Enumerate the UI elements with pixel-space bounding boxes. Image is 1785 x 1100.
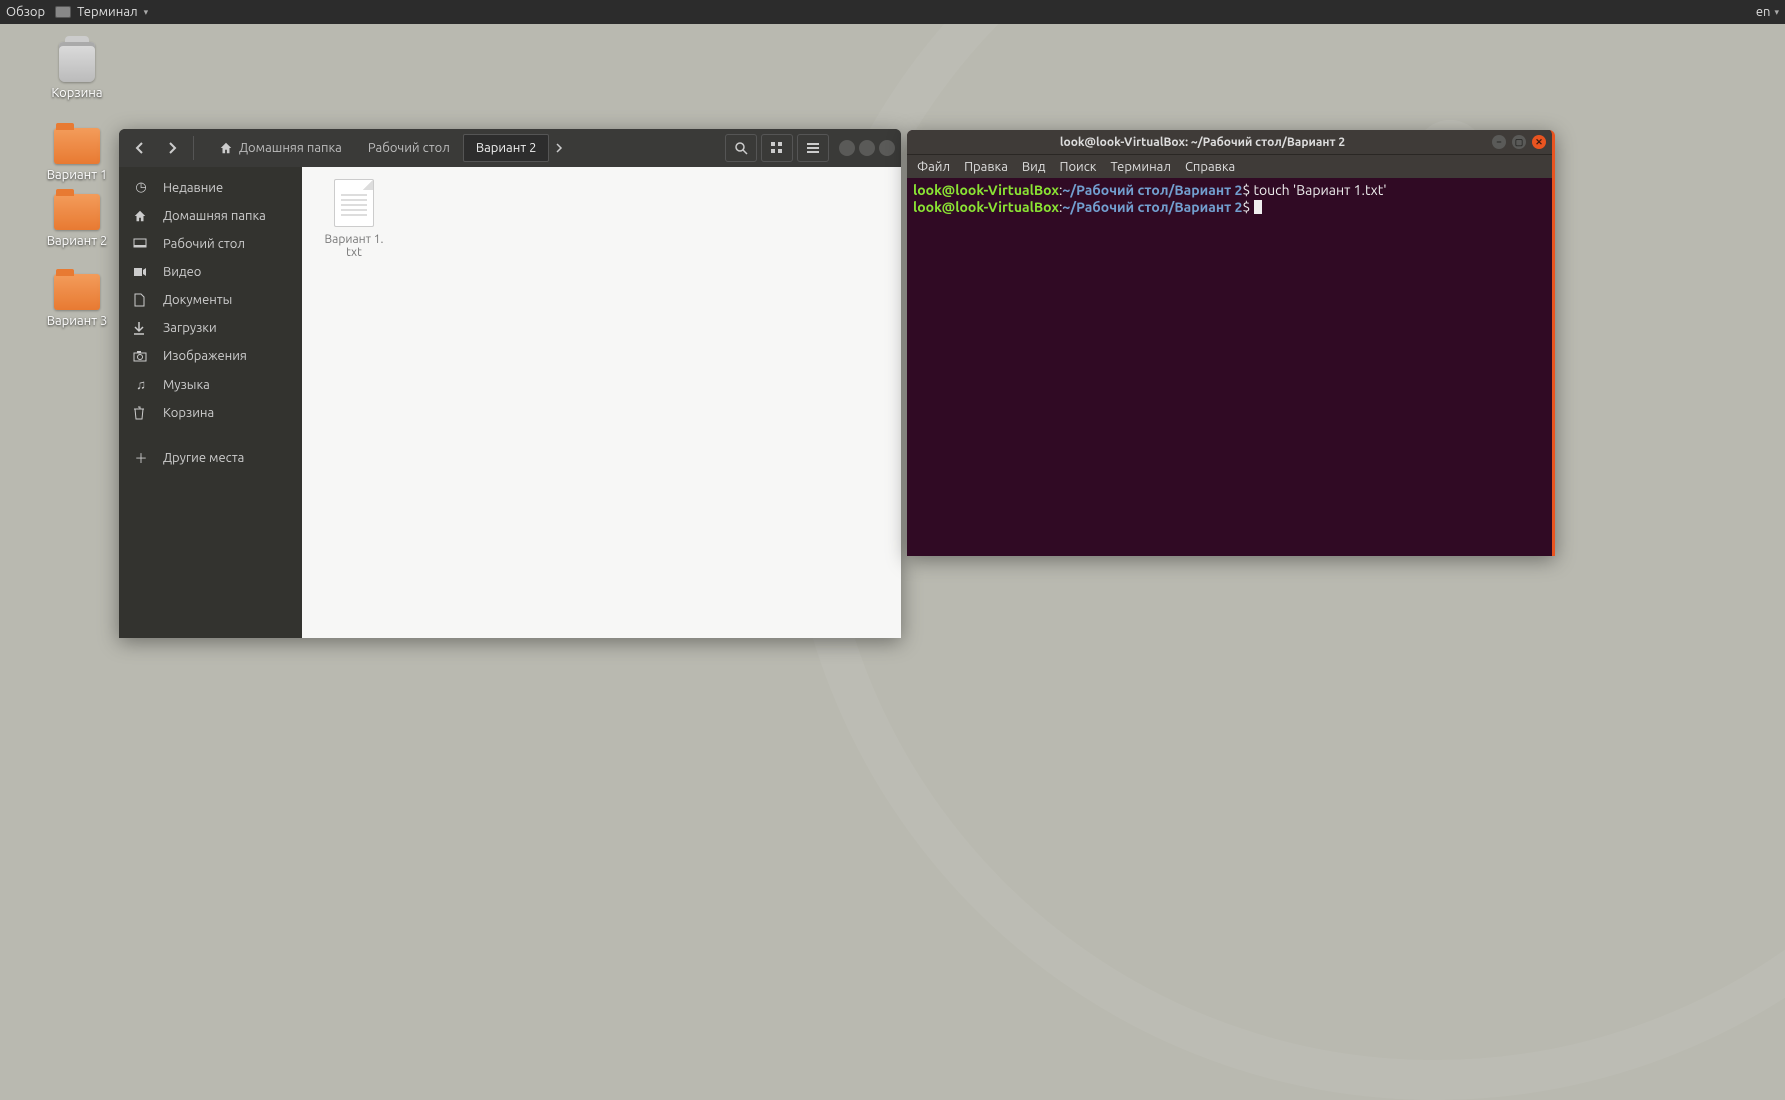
trash-desktop-icon[interactable]: Корзина [32, 42, 122, 100]
active-app-menu[interactable]: Терминал ▾ [55, 5, 148, 19]
hamburger-icon [806, 142, 820, 154]
sidebar-item-label: Документы [163, 293, 232, 307]
sidebar-item-documents[interactable]: Документы [119, 286, 302, 314]
home-icon [219, 141, 233, 155]
terminal-cursor [1254, 200, 1262, 214]
terminal-window: look@look-VirtualBox: ~/Рабочий стол/Вар… [907, 130, 1555, 556]
sidebar-item-videos[interactable]: Видео [119, 258, 302, 286]
file-label-line2: txt [314, 246, 394, 259]
prompt-path: ~/Рабочий стол/Вариант 2 [1062, 199, 1242, 215]
download-icon [133, 321, 149, 335]
activities-button[interactable]: Обзор [6, 5, 45, 19]
sidebar-item-label: Загрузки [163, 321, 217, 335]
trash-icon [59, 42, 95, 82]
trash-label: Корзина [32, 86, 122, 100]
menu-terminal[interactable]: Терминал [1110, 160, 1170, 174]
terminal-menubar: Файл Правка Вид Поиск Терминал Справка [907, 154, 1552, 178]
breadcrumb-next-button[interactable] [549, 133, 569, 163]
menu-file[interactable]: Файл [917, 160, 950, 174]
chevron-down-icon: ▾ [144, 7, 149, 18]
document-icon [133, 293, 149, 307]
sidebar-item-downloads[interactable]: Загрузки [119, 314, 302, 342]
desktop-folder-variant2[interactable]: Вариант 2 [32, 194, 122, 248]
minimize-button[interactable]: – [1492, 135, 1506, 149]
file-manager-window: Домашняя папка Рабочий стол Вариант 2 [119, 129, 901, 638]
sidebar-item-label: Видео [163, 265, 201, 279]
desktop-icon [133, 238, 149, 250]
folder-label: Вариант 3 [32, 314, 122, 328]
desktop-folder-variant1[interactable]: Вариант 1 [32, 128, 122, 182]
chevron-down-icon: ▾ [1774, 7, 1779, 18]
terminal-command: touch 'Вариант 1.txt' [1254, 182, 1387, 198]
search-button[interactable] [725, 134, 757, 162]
terminal-titlebar[interactable]: look@look-VirtualBox: ~/Рабочий стол/Вар… [907, 130, 1552, 154]
terminal-body[interactable]: look@look-VirtualBox:~/Рабочий стол/Вари… [907, 178, 1552, 556]
minimize-button[interactable] [839, 140, 855, 156]
forward-button[interactable] [157, 133, 187, 163]
prompt-user: look@look-VirtualBox [913, 182, 1059, 198]
breadcrumb-desktop[interactable]: Рабочий стол [355, 134, 463, 162]
maximize-button[interactable]: ▢ [1512, 135, 1526, 149]
search-icon [734, 141, 748, 155]
file-item[interactable]: Вариант 1. txt [314, 179, 394, 259]
view-mode-button[interactable] [761, 134, 793, 162]
file-label-line1: Вариант 1. [314, 233, 394, 246]
plus-icon: ＋ [133, 448, 149, 467]
folder-icon [54, 194, 100, 230]
sidebar-item-trash[interactable]: Корзина [119, 399, 302, 427]
music-icon: ♫ [133, 377, 149, 392]
sidebar-item-pictures[interactable]: Изображения [119, 342, 302, 370]
file-manager-sidebar: ◷ Недавние Домашняя папка Рабочий стол [119, 167, 302, 638]
breadcrumb-home[interactable]: Домашняя папка [206, 134, 355, 162]
terminal-icon [55, 6, 71, 18]
menu-search[interactable]: Поиск [1059, 160, 1096, 174]
sidebar-item-music[interactable]: ♫ Музыка [119, 370, 302, 399]
breadcrumb-current-label: Вариант 2 [476, 141, 537, 155]
file-manager-content[interactable]: Вариант 1. txt [302, 167, 901, 638]
menu-edit[interactable]: Правка [964, 160, 1008, 174]
folder-icon [54, 128, 100, 164]
breadcrumb-desktop-label: Рабочий стол [368, 141, 450, 155]
text-file-icon [334, 179, 374, 227]
camera-icon [133, 350, 149, 362]
sidebar-item-label: Домашняя папка [163, 209, 266, 223]
sidebar-item-desktop[interactable]: Рабочий стол [119, 230, 302, 258]
close-button[interactable] [879, 140, 895, 156]
folder-label: Вариант 2 [32, 234, 122, 248]
close-button[interactable]: ✕ [1532, 135, 1546, 149]
prompt-user: look@look-VirtualBox [913, 199, 1059, 215]
sidebar-item-recent[interactable]: ◷ Недавние [119, 173, 302, 202]
desktop-folder-variant3[interactable]: Вариант 3 [32, 274, 122, 328]
folder-label: Вариант 1 [32, 168, 122, 182]
menu-help[interactable]: Справка [1185, 160, 1235, 174]
sidebar-item-other-locations[interactable]: ＋ Другие места [119, 441, 302, 474]
keyboard-layout-indicator[interactable]: en [1756, 5, 1771, 19]
top-panel: Обзор Терминал ▾ en ▾ [0, 0, 1785, 24]
back-button[interactable] [125, 133, 155, 163]
sidebar-item-label: Корзина [163, 406, 214, 420]
video-icon [133, 267, 149, 277]
home-icon [133, 209, 149, 223]
clock-icon: ◷ [133, 180, 149, 195]
prompt-path: ~/Рабочий стол/Вариант 2 [1062, 182, 1242, 198]
separator [193, 136, 194, 160]
file-manager-headerbar: Домашняя папка Рабочий стол Вариант 2 [119, 129, 901, 167]
breadcrumb: Домашняя папка Рабочий стол Вариант 2 [206, 133, 569, 163]
sidebar-item-label: Изображения [163, 349, 247, 363]
hamburger-menu-button[interactable] [797, 134, 829, 162]
trash-icon [133, 406, 149, 420]
sidebar-item-label: Другие места [163, 451, 244, 465]
sidebar-item-label: Недавние [163, 181, 223, 195]
menu-view[interactable]: Вид [1022, 160, 1046, 174]
terminal-title: look@look-VirtualBox: ~/Рабочий стол/Вар… [913, 136, 1492, 149]
sidebar-item-label: Музыка [163, 378, 210, 392]
breadcrumb-home-label: Домашняя папка [239, 141, 342, 155]
maximize-button[interactable] [859, 140, 875, 156]
grid-icon [770, 141, 784, 155]
breadcrumb-current[interactable]: Вариант 2 [463, 134, 550, 162]
sidebar-item-label: Рабочий стол [163, 237, 245, 251]
active-app-label: Терминал [77, 5, 137, 19]
folder-icon [54, 274, 100, 310]
sidebar-item-home[interactable]: Домашняя папка [119, 202, 302, 230]
